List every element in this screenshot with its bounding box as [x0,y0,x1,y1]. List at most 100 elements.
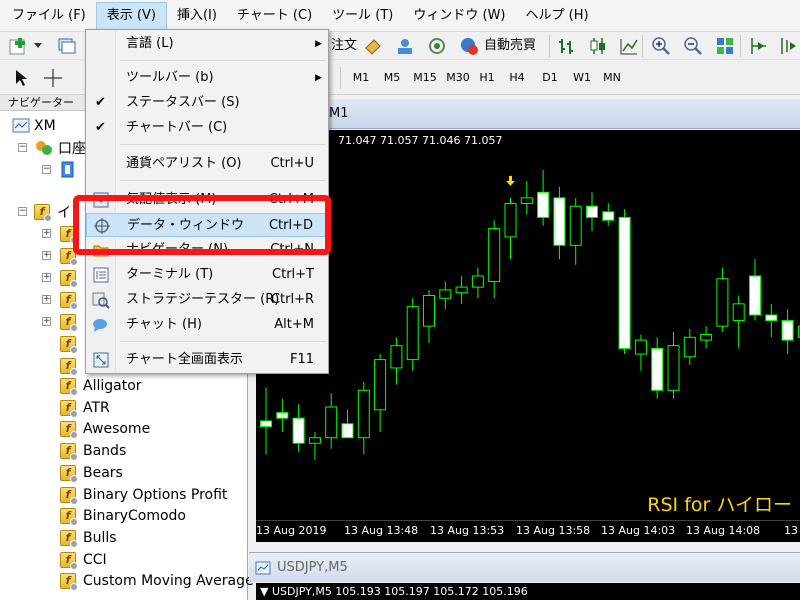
indicator-icon: f [60,291,78,310]
tree-indicator[interactable]: f Custom Moving Average [60,570,254,591]
timeframe-d1[interactable]: D1 [536,67,564,89]
candle-body [553,197,566,246]
tree-indicators[interactable]: f イ [34,201,71,222]
menu-status-bar[interactable]: ✔ ステータスバー (S) [86,91,328,115]
zoom-in-icon[interactable] [650,35,672,57]
candle-body [423,294,435,327]
candle-body [439,289,452,299]
candle-body [667,345,680,391]
new-chart-icon[interactable] [8,35,30,57]
menu-language[interactable]: 言語 (L) ▶ [86,32,328,56]
tree-indicator[interactable]: f Bears [60,462,123,483]
line-chart-icon[interactable] [618,35,640,57]
tree-indicator[interactable]: f Alligator [60,375,142,396]
candle-body [357,389,370,439]
chart2-ohlc-readout: USDJPY,M5 105.193 105.197 105.172 105.19… [271,585,528,598]
timeframe-mn[interactable]: MN [598,67,626,89]
auto-trading-icon[interactable] [458,35,480,57]
tree-accounts[interactable]: 口座 [34,137,86,158]
tree-subfolder[interactable]: f [60,289,83,310]
tree-subfolder[interactable]: f [60,267,83,288]
menu-chart[interactable]: チャート (C) [227,2,322,30]
zoom-out-icon[interactable] [682,35,704,57]
timeframe-m5[interactable]: M5 [377,67,407,89]
account-icon [61,161,74,177]
x-tick-label: 13 Aug 14:08 [686,524,761,537]
indicator-icon: f [60,357,78,376]
tree-indicator[interactable]: f Binary Options Profit [60,484,227,505]
tree-indicator[interactable]: f ATR [60,397,110,418]
indicator-icon: f [60,507,78,526]
menu-chart-bar[interactable]: ✔ チャートバー (C) [86,116,328,140]
menu-tools[interactable]: ツール (T) [322,2,403,30]
tree-account-item[interactable] [60,159,76,180]
expander-sub-5[interactable]: + [42,317,51,326]
indicator-icon: f [60,551,78,570]
timeframe-m15[interactable]: M15 [408,67,442,89]
tree-indicator[interactable]: f BinaryComodo [60,505,186,526]
metaeditor-icon[interactable] [362,35,384,57]
menu-terminal[interactable]: ターミナル (T) Ctrl+T [86,263,328,287]
expander-account[interactable]: − [42,165,51,174]
menu-insert[interactable]: 挿入(I) [167,2,227,30]
candle-body [765,314,778,322]
menu-strategy-tester[interactable]: ストラテジーテスター (R) Ctrl+R [86,288,328,312]
indicator-label: Awesome [83,420,151,437]
indicator-icon: f [60,420,78,439]
menu-chat[interactable]: チャット (H) Alt+M [86,313,328,337]
tree-indicator[interactable]: f Awesome [60,418,150,439]
expander-sub-1[interactable]: + [42,229,51,238]
terminal-icon [12,118,30,132]
market-icon[interactable] [394,35,416,57]
auto-scroll-icon[interactable] [748,35,770,57]
tile-windows-icon[interactable] [714,35,736,57]
auto-trading-label[interactable]: 自動売買 [484,35,536,57]
indicator-label: Binary Options Profit [83,486,228,503]
timeframe-h1[interactable]: H1 [474,67,500,89]
expander-accounts[interactable]: − [18,143,27,152]
indicator-icon: f [60,529,78,548]
chart-shift-icon[interactable] [778,35,800,57]
new-order-label[interactable]: 注文 [331,35,357,57]
bar-chart-icon[interactable] [556,35,578,57]
expander-sub-3[interactable]: + [42,273,51,282]
crosshair-icon[interactable] [42,67,64,89]
tree-indicator[interactable]: f CCI [60,549,107,570]
timeframe-w1[interactable]: W1 [568,67,596,89]
signals-icon[interactable] [426,35,448,57]
timeframe-h4[interactable]: H4 [503,67,531,89]
chart-window-title[interactable]: M1 [249,99,800,129]
profiles-icon[interactable] [56,35,78,57]
candle-body [586,205,598,218]
tree-root-xm[interactable]: XM [12,115,56,136]
chart-canvas[interactable]: 71.047 71.057 71.046 71.057 RSI for ハイロー [256,130,800,542]
tree-indicator[interactable]: f [60,355,83,376]
candle-body [700,334,713,341]
timeframe-m1[interactable]: M1 [346,67,376,89]
new-chart-dropdown-icon[interactable] [32,35,44,57]
menu-file[interactable]: ファイル (F) [2,2,96,30]
tree-indicator[interactable]: f [60,333,83,354]
candle-body [520,197,533,204]
menu-help[interactable]: ヘルプ (H) [516,2,599,30]
expander-indicators[interactable]: − [18,207,27,216]
menu-toolbars[interactable]: ツールバー (b) ▶ [86,66,328,90]
expander-sub-4[interactable]: + [42,295,51,304]
x-tick-label: 13 Aug 13:58 [516,524,591,537]
menu-view[interactable]: 表示 (V) [95,1,167,30]
indicator-icon: f [60,399,78,418]
menu-window[interactable]: ウィンドウ (W) [403,2,515,30]
menu-symbols[interactable]: 通貨ペアリスト (O) Ctrl+U [86,152,328,176]
candlestick-chart-icon[interactable] [587,35,609,57]
checkmark-icon: ✔ [95,95,106,110]
expander-sub-2[interactable]: + [42,251,51,260]
indicator-icon: f [60,377,78,396]
menu-full-screen[interactable]: チャート全画面表示 F11 [86,348,328,372]
timeframe-m30[interactable]: M30 [442,67,474,89]
tree-indicator[interactable]: f Bulls [60,527,117,548]
tree-subfolder[interactable]: f [60,311,83,332]
indicators-folder-icon: f [34,203,52,222]
cursor-icon[interactable] [10,67,32,89]
chart-tab-usdjpy[interactable]: USDJPY,M5 [249,552,800,582]
tree-indicator[interactable]: f Bands [60,440,126,461]
